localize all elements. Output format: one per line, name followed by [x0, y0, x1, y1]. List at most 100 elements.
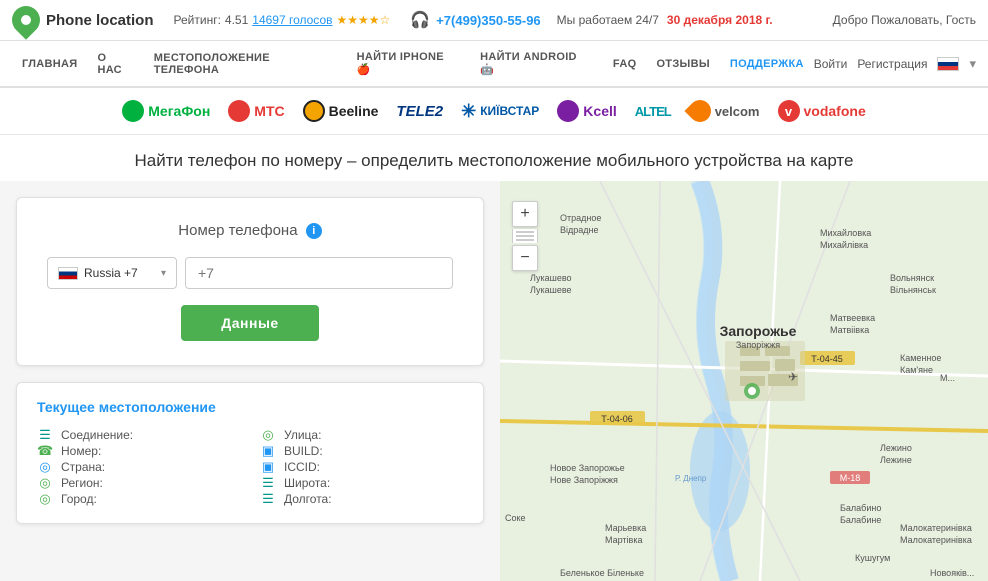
svg-text:Каменное: Каменное: [900, 353, 941, 363]
mts-label: МТС: [254, 103, 284, 119]
latitude-label: Широта:: [284, 476, 330, 490]
svg-text:Лежино: Лежино: [880, 443, 912, 453]
svg-text:Т-04-45: Т-04-45: [811, 354, 843, 364]
beeline-icon: [303, 100, 325, 122]
zoom-in-button[interactable]: +: [512, 201, 538, 227]
phone-number[interactable]: +7(499)350-55-96: [436, 13, 540, 28]
map-panel[interactable]: Т-04-06 Т-04-45 М-18 Запорожье Запоріжжя…: [500, 181, 988, 581]
svg-text:Кам'яне: Кам'яне: [900, 365, 933, 375]
svg-text:Балабине: Балабине: [840, 515, 881, 525]
svg-text:Лукашево: Лукашево: [530, 273, 572, 283]
city-label: Город:: [61, 492, 97, 506]
svg-text:Матвеевка: Матвеевка: [830, 313, 875, 323]
svg-text:Матвіівка: Матвіівка: [830, 325, 869, 335]
nav-find-android[interactable]: НАЙТИ ANDROID 🤖: [470, 41, 603, 86]
svg-text:Кушугум: Кушугум: [855, 553, 890, 563]
nav-home[interactable]: ГЛАВНАЯ: [12, 48, 87, 80]
phone-section: 🎧 +7(499)350-55-96: [410, 10, 540, 30]
hero-title: Найти телефон по номеру – определить мес…: [0, 135, 988, 181]
svg-text:Михайловка: Михайловка: [820, 228, 871, 238]
street-icon: ◎: [260, 427, 276, 443]
location-left-col: ☰ Соединение: ☎ Номер: ◎ Страна: ◎ Регио…: [37, 427, 240, 507]
map-controls: + −: [512, 201, 538, 271]
zoom-steps: [512, 229, 538, 243]
country-dropdown-arrow-icon: ▾: [161, 268, 166, 279]
phone-number-input[interactable]: [185, 257, 453, 289]
connection-label: Соединение:: [61, 428, 133, 442]
beeline-label: Beeline: [329, 103, 379, 119]
vodafone-icon: v: [778, 100, 800, 122]
location-grid: ☰ Соединение: ☎ Номер: ◎ Страна: ◎ Регио…: [37, 427, 463, 507]
search-button[interactable]: Данные: [181, 305, 318, 341]
carrier-altel[interactable]: ALTEL: [635, 104, 671, 119]
rating-value: 4.51: [225, 13, 248, 27]
nav-right-section: Войти Регистрация ▾: [814, 56, 976, 72]
field-region: ◎ Регион:: [37, 475, 240, 491]
left-panel: Номер телефона i Russia +7 ▾ Данные Теку…: [0, 181, 500, 581]
vodafone-label: vodafone: [804, 103, 866, 119]
phone-label: Номер телефона: [178, 222, 297, 239]
field-iccid: ▣ ICCID:: [260, 459, 463, 475]
svg-text:Отрадное: Отрадное: [560, 213, 601, 223]
zoom-out-button[interactable]: −: [512, 245, 538, 271]
carrier-mts[interactable]: МТС: [228, 100, 284, 122]
nav-location[interactable]: МЕСТОПОЛОЖЕНИЕ ТЕЛЕФОНА: [144, 42, 347, 86]
region-label: Регион:: [61, 476, 103, 490]
country-icon: ◎: [37, 459, 53, 475]
svg-text:Малокатеринівка: Малокатеринівка: [900, 523, 972, 533]
phone-icon: ☎: [37, 443, 53, 459]
carrier-tele2[interactable]: TELE2: [396, 103, 443, 120]
carrier-megafon[interactable]: МегаФон: [122, 100, 210, 122]
location-card: Текущее местоположение ☰ Соединение: ☎ Н…: [16, 382, 484, 524]
main-content: Номер телефона i Russia +7 ▾ Данные Теку…: [0, 181, 988, 581]
longitude-icon: ☰: [260, 491, 276, 507]
svg-text:М-18: М-18: [840, 473, 861, 483]
login-link[interactable]: Войти: [814, 57, 848, 71]
field-country: ◎ Страна:: [37, 459, 240, 475]
svg-text:Відрадне: Відрадне: [560, 225, 599, 235]
field-number: ☎ Номер:: [37, 443, 240, 459]
logo-pin-icon: [6, 0, 46, 40]
logo-text: Phone location: [46, 12, 154, 29]
carrier-kyivstar[interactable]: ✳ КИЇВСТАР: [461, 101, 539, 122]
welcome-text: Добро Пожаловать, Гость: [833, 13, 976, 27]
site-logo[interactable]: Phone location: [12, 6, 154, 34]
kcell-label: Kcell: [583, 103, 616, 119]
stars-display: ★★★★☆: [337, 13, 391, 27]
carrier-kcell[interactable]: Kcell: [557, 100, 616, 122]
nav-about[interactable]: О НАС: [87, 42, 143, 86]
longitude-label: Долгота:: [284, 492, 332, 506]
nav-support[interactable]: ПОДДЕРЖКА: [720, 48, 814, 80]
location-card-title: Текущее местоположение: [37, 399, 463, 415]
carrier-vodafone[interactable]: v vodafone: [778, 100, 866, 122]
iccid-label: ICCID:: [284, 460, 320, 474]
nav-find-iphone[interactable]: НАЙТИ IPHONE 🍎: [347, 41, 470, 86]
info-icon[interactable]: i: [306, 223, 322, 239]
headset-icon: 🎧: [410, 10, 430, 30]
site-header: Phone location Рейтинг: 4.51 14697 голос…: [0, 0, 988, 41]
carrier-beeline[interactable]: Beeline: [303, 100, 379, 122]
nav-reviews[interactable]: ОТЗЫВЫ: [646, 48, 719, 80]
svg-text:Соке: Соке: [505, 513, 526, 523]
city-icon: ◎: [37, 491, 53, 507]
field-street: ◎ Улица:: [260, 427, 463, 443]
carrier-velcom[interactable]: velcom: [689, 100, 760, 122]
field-city: ◎ Город:: [37, 491, 240, 507]
country-select[interactable]: Russia +7 ▾: [47, 257, 177, 289]
votes-link[interactable]: 14697 голосов: [252, 13, 332, 27]
velcom-icon: [684, 95, 715, 126]
altel-icon: ALTEL: [635, 104, 671, 119]
phone-input-row: Russia +7 ▾: [47, 257, 453, 289]
language-dropdown-arrow[interactable]: ▾: [969, 56, 976, 72]
svg-text:Нове Запоріжжя: Нове Запоріжжя: [550, 475, 618, 485]
svg-text:Вільнянськ: Вільнянськ: [890, 285, 936, 295]
svg-text:Р. Днепр: Р. Днепр: [675, 474, 707, 483]
country-label: Страна:: [61, 460, 105, 474]
build-icon: ▣: [260, 443, 276, 459]
language-flag[interactable]: [937, 57, 959, 71]
zoom-step-3: [516, 239, 534, 241]
field-latitude: ☰ Широта:: [260, 475, 463, 491]
nav-faq[interactable]: FAQ: [603, 48, 647, 80]
svg-text:Малокатеринівка: Малокатеринівка: [900, 535, 972, 545]
register-link[interactable]: Регистрация: [857, 57, 927, 71]
